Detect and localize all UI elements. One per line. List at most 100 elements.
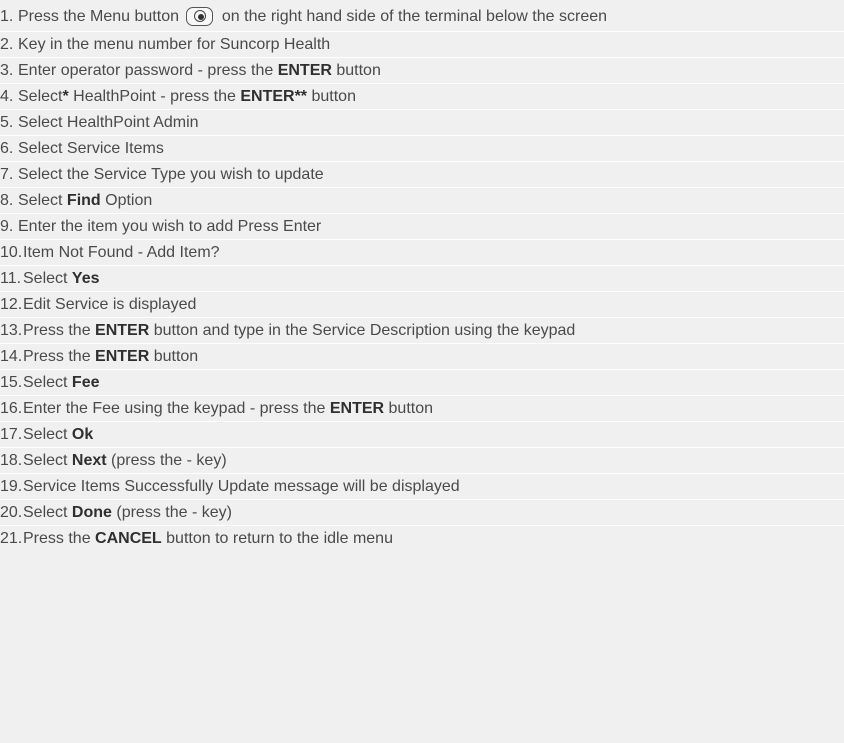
step-text-segment: Select — [23, 270, 72, 287]
step-number: 12. — [0, 296, 23, 313]
step-text: Select Yes — [23, 266, 100, 291]
step-item: 8. Select Find Option — [0, 188, 844, 214]
step-item: 6. Select Service Items — [0, 136, 844, 162]
step-emphasis: ENTER** — [240, 88, 308, 105]
step-number: 4. — [0, 88, 14, 105]
step-item: 19. Service Items Successfully Update mes… — [0, 474, 844, 500]
step-item: 4. Select* HealthPoint - press the ENTER*… — [0, 84, 844, 110]
step-text: Enter operator password - press the ENTE… — [18, 58, 381, 83]
step-text: Select Done (press the - key) — [23, 500, 232, 525]
step-text: Select* HealthPoint - press the ENTER** … — [18, 84, 356, 109]
step-text-segment: on the right hand side of the terminal b… — [217, 8, 608, 25]
step-number: 6. — [0, 140, 14, 157]
step-number: 8. — [0, 192, 14, 209]
step-item: 14. Press the ENTER button — [0, 344, 844, 370]
step-text-segment: Select Service Items — [18, 140, 164, 157]
step-text-segment: Edit Service is displayed — [23, 296, 197, 313]
step-text-segment: button to return to the idle menu — [161, 530, 393, 547]
step-emphasis: Done — [71, 504, 112, 521]
step-emphasis: Next — [71, 452, 107, 469]
step-text-segment: Press the — [23, 322, 96, 339]
step-text: Select Fee — [23, 370, 100, 395]
step-number: 1. — [0, 8, 14, 25]
step-text-segment: button — [331, 62, 381, 79]
step-text: Service Items Successfully Update messag… — [23, 474, 460, 499]
step-emphasis: Fee — [71, 374, 100, 391]
step-text: Enter the Fee using the keypad - press t… — [23, 396, 433, 421]
step-text: Press the Menu button on the right hand … — [18, 0, 607, 33]
step-number: 10. — [0, 244, 23, 261]
step-number: 3. — [0, 62, 14, 79]
step-text-segment: HealthPoint - press the — [68, 88, 241, 105]
step-text-segment: Enter the Fee using the keypad - press t… — [23, 400, 330, 417]
step-item: 2. Key in the menu number for Suncorp Hea… — [0, 32, 844, 58]
step-text: Enter the item you wish to add Press Ent… — [18, 214, 321, 239]
step-number: 11. — [0, 270, 22, 287]
step-text-segment: Select — [18, 88, 63, 105]
step-text-segment: button and type in the Service Descripti… — [149, 322, 576, 339]
step-item: 17. Select Ok — [0, 422, 844, 448]
step-text-segment: button — [149, 348, 199, 365]
menu-button-icon — [186, 7, 214, 26]
step-number: 13. — [0, 322, 23, 339]
step-item: 20. Select Done (press the - key) — [0, 500, 844, 526]
step-text-segment: Select — [23, 374, 72, 391]
step-text-segment: Enter the item you wish to add Press Ent… — [18, 218, 322, 235]
step-item: 10. Item Not Found - Add Item? — [0, 240, 844, 266]
step-text-segment: Option — [100, 192, 153, 209]
step-text-segment: Select — [23, 504, 72, 521]
step-text-segment: Enter operator password - press the — [18, 62, 278, 79]
step-number: 17. — [0, 426, 23, 443]
step-emphasis: ENTER — [95, 348, 150, 365]
step-number: 9. — [0, 218, 14, 235]
step-emphasis: ENTER — [95, 322, 150, 339]
step-item: 7. Select the Service Type you wish to up… — [0, 162, 844, 188]
step-number: 19. — [0, 478, 23, 495]
step-text: Select Next (press the - key) — [23, 448, 227, 473]
step-emphasis: CANCEL — [95, 530, 162, 547]
step-text: Select the Service Type you wish to upda… — [18, 162, 324, 187]
step-number: 20. — [0, 504, 23, 521]
step-text-segment: Press the Menu button — [18, 8, 184, 25]
instruction-steps-list: 1. Press the Menu button on the right han… — [0, 0, 844, 552]
step-text-segment: Key in the menu number for Suncorp Healt… — [18, 36, 331, 53]
step-item: 18. Select Next (press the - key) — [0, 448, 844, 474]
step-number: 5. — [0, 114, 14, 131]
step-emphasis: Yes — [71, 270, 100, 287]
step-item: 16. Enter the Fee using the keypad - pres… — [0, 396, 844, 422]
step-number: 16. — [0, 400, 23, 417]
step-text: Press the CANCEL button to return to the… — [23, 526, 393, 551]
step-text-segment: Select — [23, 452, 72, 469]
step-text: Key in the menu number for Suncorp Healt… — [18, 32, 330, 57]
step-item: 3. Enter operator password - press the EN… — [0, 58, 844, 84]
step-number: 21. — [0, 530, 23, 547]
step-text: Item Not Found - Add Item? — [23, 240, 220, 265]
step-text-segment: (press the - key) — [111, 504, 232, 521]
step-item: 1. Press the Menu button on the right han… — [0, 0, 844, 32]
step-item: 11. Select Yes — [0, 266, 844, 292]
step-number: 15. — [0, 374, 23, 391]
step-text-segment: (press the - key) — [106, 452, 227, 469]
step-text-segment: Select the Service Type you wish to upda… — [18, 166, 324, 183]
step-text-segment: Press the — [23, 530, 96, 547]
step-text: Select HealthPoint Admin — [18, 110, 199, 135]
step-number: 7. — [0, 166, 14, 183]
step-item: 5. Select HealthPoint Admin — [0, 110, 844, 136]
step-number: 2. — [0, 36, 14, 53]
step-number: 18. — [0, 452, 23, 469]
step-text: Select Find Option — [18, 188, 152, 213]
step-item: 9. Enter the item you wish to add Press E… — [0, 214, 844, 240]
step-text-segment: Service Items Successfully Update messag… — [23, 478, 460, 495]
step-text-segment: Item Not Found - Add Item? — [23, 244, 220, 261]
step-emphasis: ENTER — [277, 62, 332, 79]
step-emphasis: ENTER — [329, 400, 385, 417]
step-text-segment: button — [384, 400, 434, 417]
step-text-segment: Select — [18, 192, 67, 209]
step-text: Press the ENTER button and type in the S… — [23, 318, 575, 343]
step-item: 12. Edit Service is displayed — [0, 292, 844, 318]
step-text: Edit Service is displayed — [23, 292, 196, 317]
step-item: 13. Press the ENTER button and type in th… — [0, 318, 844, 344]
step-text: Select Service Items — [18, 136, 164, 161]
step-number: 14. — [0, 348, 23, 365]
step-text-segment: button — [307, 88, 356, 105]
